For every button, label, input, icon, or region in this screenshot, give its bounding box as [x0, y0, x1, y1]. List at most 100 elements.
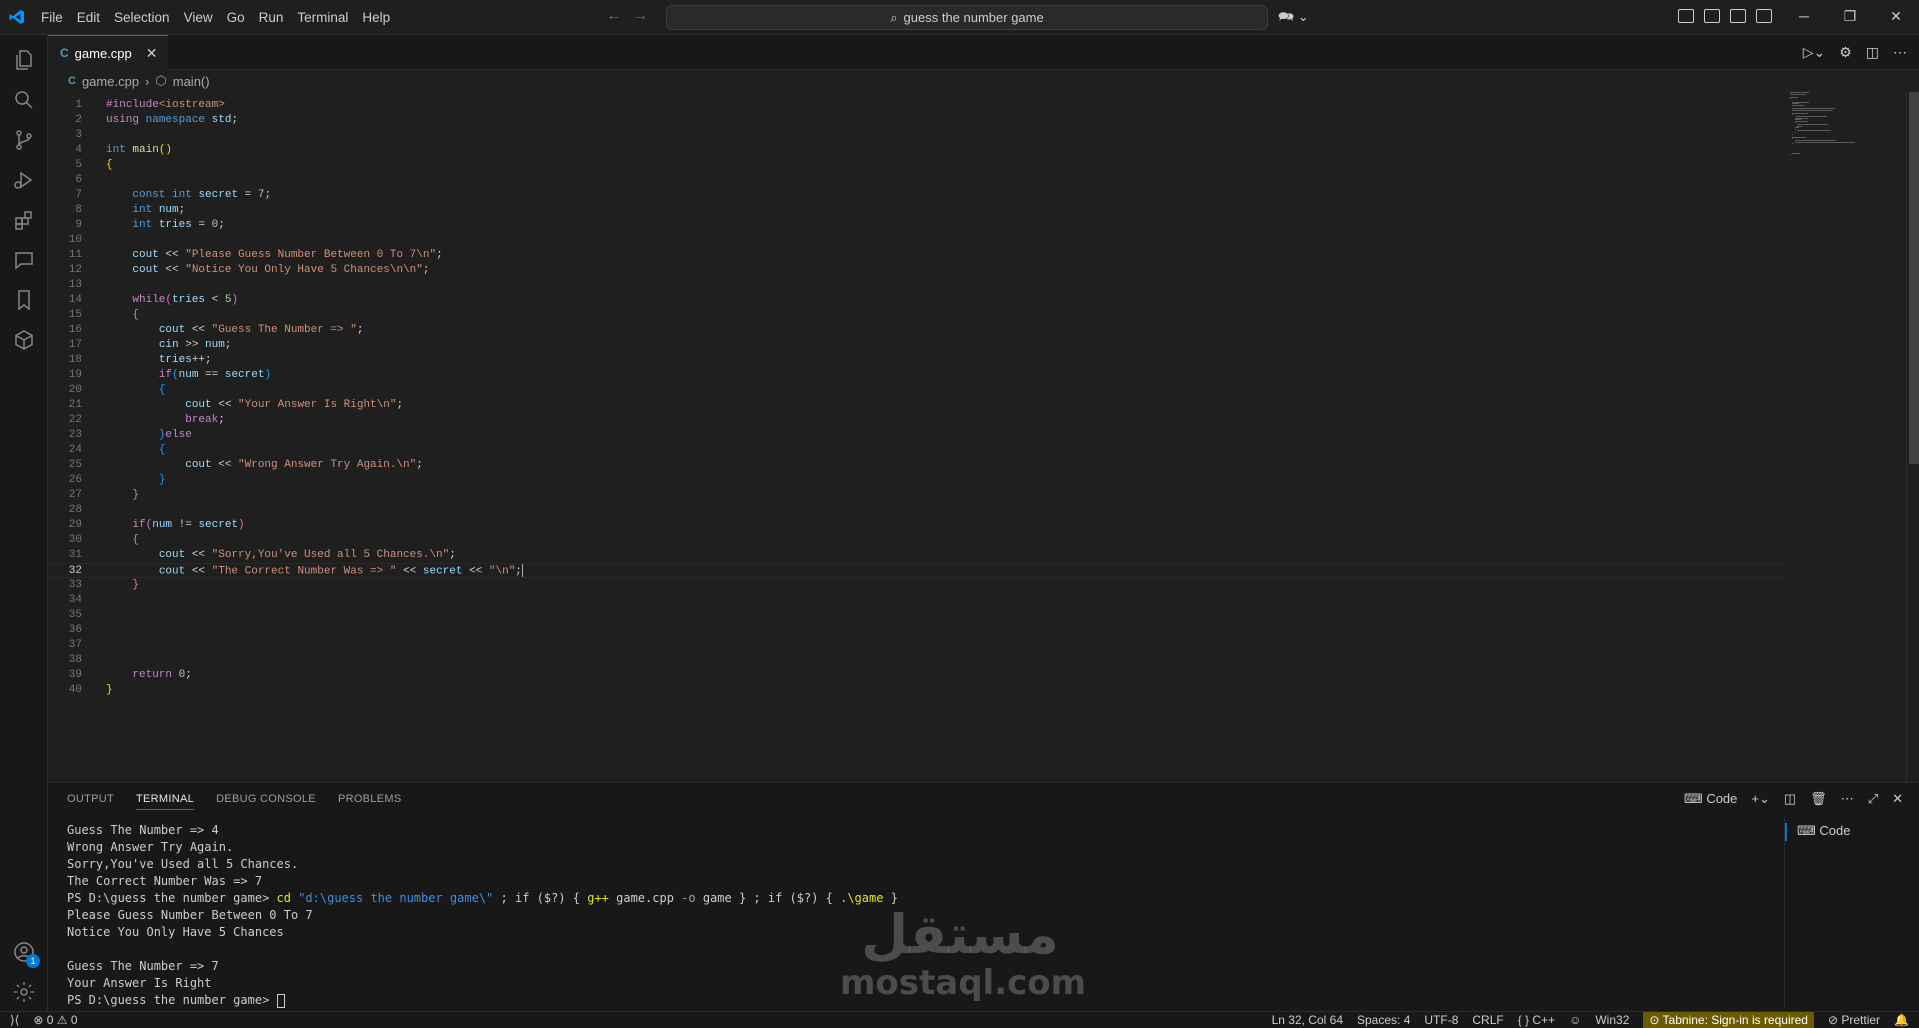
close-window-icon[interactable]: ✕ — [1873, 0, 1919, 35]
back-arrow-icon[interactable]: ← — [606, 7, 622, 25]
terminal-list-item[interactable]: ⌨ Code — [1797, 823, 1850, 839]
code-line[interactable]: 8 int num; — [48, 203, 1788, 218]
copilot-chat-button[interactable]: 🗪 ⌄ — [1278, 8, 1309, 30]
code-line[interactable]: 13 — [48, 278, 1788, 293]
code-line[interactable]: 3 — [48, 128, 1788, 143]
cursor-position[interactable]: Ln 32, Col 64 — [1272, 1012, 1343, 1028]
code-line[interactable]: 31 cout << "Sorry,You've Used all 5 Chan… — [48, 548, 1788, 563]
code-line[interactable]: 6 — [48, 173, 1788, 188]
toggle-secondary-sidebar-icon[interactable] — [1756, 9, 1772, 23]
code-line[interactable]: 20 { — [48, 383, 1788, 398]
more-icon[interactable]: ⋯ — [1841, 791, 1854, 807]
menu-item-terminal[interactable]: Terminal — [290, 0, 355, 35]
code-line[interactable]: 19 if(num == secret) — [48, 368, 1788, 383]
code-line[interactable]: 7 const int secret = 7; — [48, 188, 1788, 203]
split-editor-icon[interactable]: ◫ — [1866, 44, 1879, 61]
menu-item-selection[interactable]: Selection — [107, 0, 177, 35]
minimize-icon[interactable]: ─ — [1781, 0, 1827, 35]
maximize-panel-icon[interactable]: ⤢ — [1868, 791, 1878, 807]
menu-item-edit[interactable]: Edit — [70, 0, 107, 35]
code-line[interactable]: 28 — [48, 503, 1788, 518]
breadcrumb-symbol[interactable]: main() — [173, 74, 210, 89]
code-line[interactable]: 36 — [48, 623, 1788, 638]
command-center-search[interactable]: ⌕ guess the number game — [666, 5, 1268, 30]
code-line[interactable]: 2 using namespace std; — [48, 113, 1788, 128]
menu-item-run[interactable]: Run — [252, 0, 291, 35]
code-line[interactable]: 40} — [48, 683, 1788, 698]
run-code-icon[interactable]: ▷⌄ — [1803, 44, 1826, 61]
copilot-status-icon[interactable]: ☺ — [1569, 1012, 1581, 1028]
code-line[interactable]: 16 cout << "Guess The Number => "; — [48, 323, 1788, 338]
more-actions-icon[interactable]: ⋯ — [1893, 44, 1907, 61]
code-line[interactable]: 11 cout << "Please Guess Number Between … — [48, 248, 1788, 263]
scrollbar-thumb[interactable] — [1909, 92, 1919, 464]
code-line[interactable]: 1 #include<iostream> — [48, 98, 1788, 113]
code-line[interactable]: 12 cout << "Notice You Only Have 5 Chanc… — [48, 263, 1788, 278]
tab-output[interactable]: OUTPUT — [67, 793, 114, 810]
new-terminal-icon[interactable]: +⌄ — [1751, 791, 1769, 807]
accounts-icon[interactable]: 1 — [0, 930, 48, 974]
code-line[interactable]: 18 tries++; — [48, 353, 1788, 368]
tab-game-cpp[interactable]: C game.cpp ✕ — [48, 35, 168, 70]
code-line[interactable]: 38 — [48, 653, 1788, 668]
source-control-icon[interactable] — [0, 118, 48, 162]
language-mode[interactable]: { } C++ — [1518, 1012, 1555, 1028]
end-of-line[interactable]: CRLF — [1472, 1012, 1503, 1028]
code-line[interactable]: 22 break; — [48, 413, 1788, 428]
breadcrumb-file[interactable]: game.cpp — [82, 74, 139, 89]
editor-scrollbar[interactable] — [1906, 92, 1919, 782]
indentation[interactable]: Spaces: 4 — [1357, 1012, 1410, 1028]
code-line[interactable]: 10 — [48, 233, 1788, 248]
chat-icon[interactable] — [0, 238, 48, 282]
code-line[interactable]: 29 if(num != secret) — [48, 518, 1788, 533]
menu-item-help[interactable]: Help — [355, 0, 397, 35]
customize-layout-icon[interactable] — [1678, 9, 1694, 23]
tab-problems[interactable]: PROBLEMS — [338, 793, 402, 810]
extensions-icon[interactable] — [0, 198, 48, 242]
code-line[interactable]: 21 cout << "Your Answer Is Right\n"; — [48, 398, 1788, 413]
platform[interactable]: Win32 — [1595, 1012, 1629, 1028]
code-line[interactable]: 30 { — [48, 533, 1788, 548]
close-panel-icon[interactable]: ✕ — [1892, 791, 1903, 807]
code-line[interactable]: 23 }else — [48, 428, 1788, 443]
code-line[interactable]: 15 { — [48, 308, 1788, 323]
tab-debug-console[interactable]: DEBUG CONSOLE — [216, 793, 316, 810]
code-editor[interactable]: 1 #include<iostream> 2 using namespace std;… — [48, 92, 1906, 782]
tab-terminal[interactable]: TERMINAL — [136, 793, 195, 810]
tabnine-status[interactable]: ⊙ Tabnine: Sign-in is required — [1643, 1012, 1814, 1028]
code-line[interactable]: 24 { — [48, 443, 1788, 458]
menu-item-file[interactable]: File — [34, 0, 70, 35]
code-line[interactable]: 33 } — [48, 578, 1788, 593]
code-line[interactable]: 39 return 0; — [48, 668, 1788, 683]
terminal-profile[interactable]: ⌨ Code — [1684, 791, 1737, 807]
code-line[interactable]: 26 } — [48, 473, 1788, 488]
menu-item-view[interactable]: View — [177, 0, 220, 35]
minimap[interactable] — [1790, 92, 1890, 192]
code-line[interactable]: 37 — [48, 638, 1788, 653]
settings-gear-icon[interactable]: ⚙ — [1839, 44, 1852, 61]
split-terminal-icon[interactable]: ◫ — [1784, 791, 1796, 807]
code-line[interactable]: 14 while(tries < 5) — [48, 293, 1788, 308]
code-line[interactable]: 5{ — [48, 158, 1788, 173]
close-tab-icon[interactable]: ✕ — [146, 45, 158, 62]
code-line[interactable]: 9 int tries = 0; — [48, 218, 1788, 233]
code-line[interactable]: 17 cin >> num; — [48, 338, 1788, 353]
menu-item-go[interactable]: Go — [220, 0, 252, 35]
code-line[interactable]: 27 } — [48, 488, 1788, 503]
encoding[interactable]: UTF-8 — [1424, 1012, 1458, 1028]
code-line[interactable]: 34 — [48, 593, 1788, 608]
problems-status[interactable]: ⊗ 0 ⚠ 0 — [33, 1012, 77, 1028]
search-view-icon[interactable] — [0, 78, 48, 122]
kill-terminal-icon[interactable]: 🗑 — [1810, 791, 1827, 807]
run-and-debug-icon[interactable] — [0, 158, 48, 202]
forward-arrow-icon[interactable]: → — [632, 7, 648, 25]
manage-gear-icon[interactable] — [0, 970, 48, 1014]
bookmarks-icon[interactable] — [0, 278, 48, 322]
toggle-panel-icon[interactable] — [1730, 9, 1746, 23]
prettier-status[interactable]: ⊘ Prettier — [1828, 1012, 1880, 1028]
code-line[interactable]: 4 int main() — [48, 143, 1788, 158]
explorer-icon[interactable] — [0, 38, 48, 82]
code-line[interactable]: 35 — [48, 608, 1788, 623]
code-line[interactable]: 32 cout << "The Correct Number Was => " … — [48, 563, 1788, 578]
remote-icon[interactable]: ⟩⟨ — [10, 1012, 19, 1028]
